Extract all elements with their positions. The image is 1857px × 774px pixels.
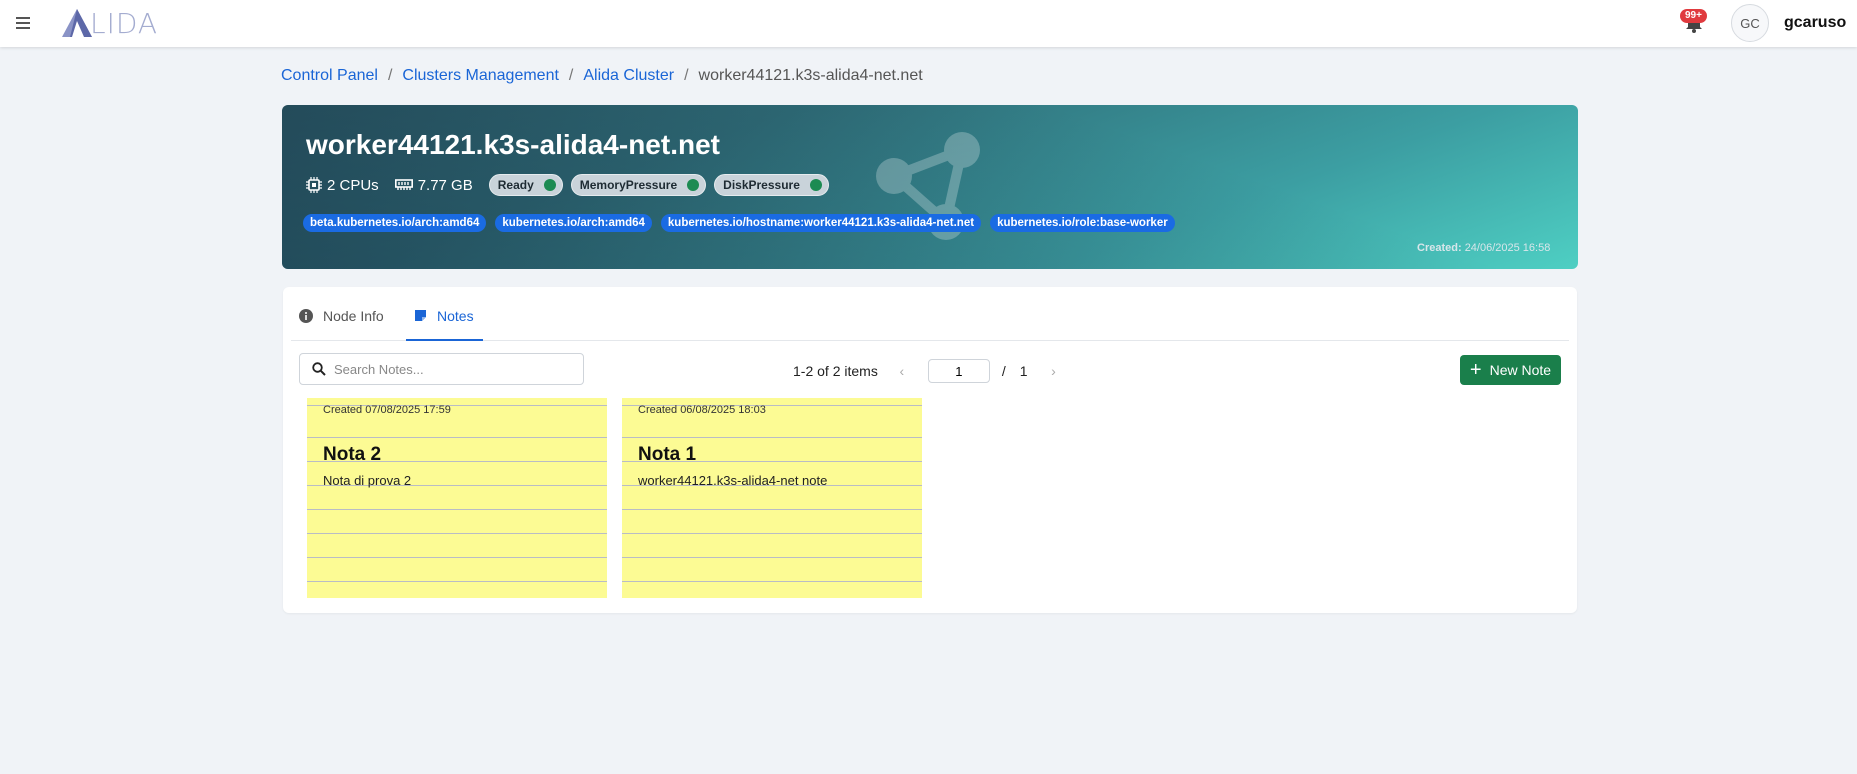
created-value: 24/06/2025 16:58 bbox=[1464, 242, 1551, 254]
total-pages: 1 bbox=[1019, 363, 1028, 379]
logo[interactable]: LIDA bbox=[60, 6, 158, 40]
memory-icon bbox=[394, 179, 413, 190]
note-body: worker44121.k3s-alida4-net note bbox=[638, 473, 828, 488]
cpu-spec: 2 CPUs bbox=[306, 177, 379, 194]
info-icon bbox=[299, 309, 313, 323]
status-dot bbox=[687, 179, 700, 191]
note-title: Nota 1 bbox=[638, 444, 697, 465]
logo-text: LIDA bbox=[90, 6, 159, 40]
logo-triangle-icon bbox=[62, 9, 92, 37]
page-input[interactable] bbox=[927, 359, 990, 383]
next-page-icon[interactable]: › bbox=[1044, 363, 1064, 379]
breadcrumb-separator: / bbox=[387, 67, 393, 84]
breadcrumb-control-panel[interactable]: Control Panel bbox=[281, 67, 378, 85]
breadcrumb: Control Panel / Clusters Management / Al… bbox=[281, 67, 923, 85]
tab-node-info[interactable]: Node Info bbox=[299, 308, 389, 341]
condition-memory-pressure-badge: MemoryPressure bbox=[570, 174, 707, 196]
node-created: Created: 24/06/2025 16:58 bbox=[1417, 242, 1550, 254]
new-note-label: New Note bbox=[1489, 362, 1552, 378]
menu-icon[interactable] bbox=[14, 12, 34, 32]
prev-page-icon[interactable]: ‹ bbox=[892, 363, 912, 379]
breadcrumb-current: worker44121.k3s-alida4-net.net bbox=[698, 67, 923, 84]
note-title: Nota 2 bbox=[323, 444, 382, 465]
tab-label: Node Info bbox=[323, 308, 384, 324]
node-title: worker44121.k3s-alida4-net.net bbox=[306, 129, 720, 160]
note-body: Nota di prova 2 bbox=[323, 473, 412, 488]
avatar[interactable]: GC bbox=[1731, 4, 1769, 42]
condition-label: Ready bbox=[497, 178, 534, 192]
breadcrumb-alida-cluster[interactable]: Alida Cluster bbox=[583, 67, 674, 85]
note-card[interactable]: Created 06/08/2025 18:03 Nota 1 worker44… bbox=[622, 398, 922, 598]
search-notes-field[interactable] bbox=[299, 353, 584, 385]
pagination-summary: 1-2 of 2 items bbox=[793, 363, 878, 379]
condition-label: MemoryPressure bbox=[579, 178, 678, 192]
note-icon bbox=[415, 310, 426, 321]
node-watermark-icon bbox=[876, 132, 980, 240]
label-chip: kubernetes.io/role:base-worker bbox=[990, 214, 1175, 232]
note-created: Created 06/08/2025 18:03 bbox=[638, 404, 766, 416]
notification-badge: 99+ bbox=[1680, 9, 1707, 23]
tab-bar: Node Info Notes bbox=[291, 287, 1569, 341]
search-notes-input[interactable] bbox=[334, 361, 564, 377]
status-dot bbox=[543, 179, 556, 191]
condition-disk-pressure-badge: DiskPressure bbox=[714, 174, 829, 196]
memory-spec: 7.77 GB bbox=[394, 176, 473, 194]
tab-label: Notes bbox=[437, 308, 474, 324]
node-specs: 2 CPUs 7.77 GB Ready MemoryPressure Disk… bbox=[306, 174, 837, 196]
new-note-button[interactable]: + New Note bbox=[1460, 355, 1561, 385]
label-chip: beta.kubernetes.io/arch:amd64 bbox=[303, 214, 487, 232]
pagination: 1-2 of 2 items ‹ / 1 › bbox=[793, 359, 1064, 383]
breadcrumb-separator: / bbox=[684, 67, 689, 84]
breadcrumb-clusters-management[interactable]: Clusters Management bbox=[402, 67, 559, 85]
memory-value: 7.77 GB bbox=[417, 176, 473, 194]
search-icon bbox=[312, 362, 326, 376]
cpu-icon bbox=[306, 177, 322, 193]
cpu-value: 2 CPUs bbox=[327, 176, 379, 194]
status-dot bbox=[809, 179, 822, 191]
breadcrumb-separator: / bbox=[568, 67, 574, 84]
note-created: Created 07/08/2025 17:59 bbox=[323, 404, 451, 416]
created-label: Created: bbox=[1417, 242, 1462, 254]
username[interactable]: gcaruso bbox=[1784, 14, 1846, 32]
node-labels: beta.kubernetes.io/arch:amd64 kubernetes… bbox=[303, 214, 1184, 232]
note-card[interactable]: Created 07/08/2025 17:59 Nota 2 Nota di … bbox=[307, 398, 607, 598]
top-bar: LIDA 99+ GC gcaruso bbox=[0, 0, 1857, 47]
label-chip: kubernetes.io/hostname:worker44121.k3s-a… bbox=[660, 214, 982, 232]
plus-icon: + bbox=[1469, 359, 1482, 381]
label-chip: kubernetes.io/arch:amd64 bbox=[495, 214, 652, 232]
condition-ready-badge: Ready bbox=[488, 174, 563, 196]
condition-label: DiskPressure bbox=[723, 178, 800, 192]
page-separator: / bbox=[1001, 363, 1006, 379]
tab-notes[interactable]: Notes bbox=[406, 308, 483, 341]
